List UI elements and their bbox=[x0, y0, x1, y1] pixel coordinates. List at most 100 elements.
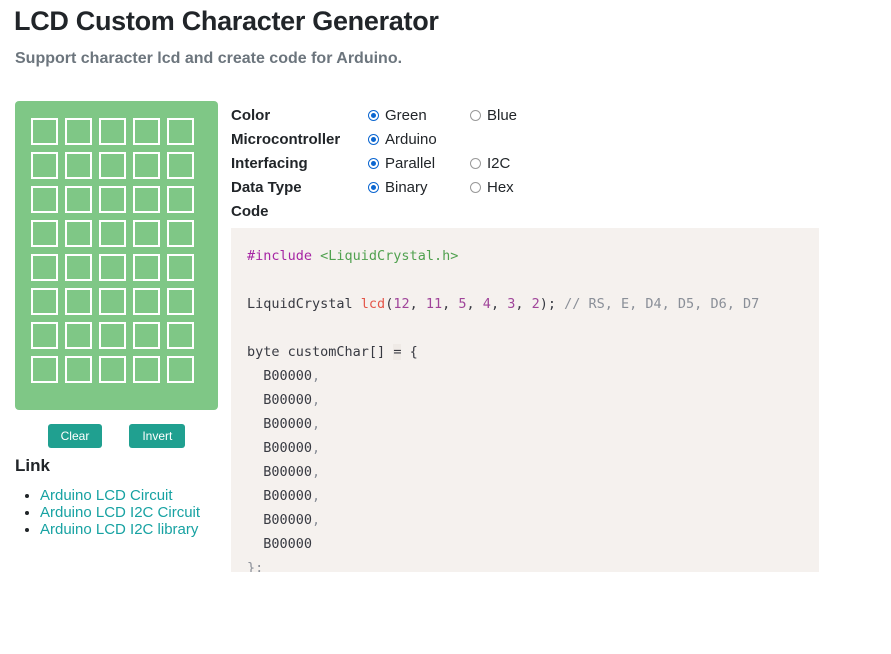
radio-label[interactable]: Parallel bbox=[385, 155, 435, 172]
lcd-cell-1-0[interactable] bbox=[31, 152, 58, 179]
lcd-cell-7-0[interactable] bbox=[31, 356, 58, 383]
lcd-cell-5-4[interactable] bbox=[167, 288, 194, 315]
link-2[interactable]: Arduino LCD I2C library bbox=[40, 521, 198, 538]
radio-parallel-selected[interactable] bbox=[368, 157, 379, 169]
code-token: , bbox=[409, 296, 426, 312]
code-line-4: byte customChar[] = { bbox=[247, 340, 819, 364]
lcd-cell-4-4[interactable] bbox=[167, 254, 194, 281]
code-token: <LiquidCrystal.h> bbox=[320, 248, 459, 264]
lcd-action-buttons: Clear Invert bbox=[15, 424, 218, 449]
lcd-cell-1-2[interactable] bbox=[99, 152, 126, 179]
lcd-cell-5-2[interactable] bbox=[99, 288, 126, 315]
lcd-cell-2-1[interactable] bbox=[65, 186, 92, 213]
lcd-cell-3-1[interactable] bbox=[65, 220, 92, 247]
lcd-cell-4-1[interactable] bbox=[65, 254, 92, 281]
radio-hex-unselected[interactable] bbox=[470, 181, 481, 193]
lcd-cell-0-1[interactable] bbox=[65, 118, 92, 145]
option-row-microcontroller: Microcontroller Arduino bbox=[231, 127, 631, 151]
code-token: lcd bbox=[360, 296, 386, 312]
option-row-interfacing: Interfacing Parallel I2C bbox=[231, 151, 631, 175]
lcd-cell-4-2[interactable] bbox=[99, 254, 126, 281]
radio-green-selected[interactable] bbox=[368, 109, 379, 121]
radio-i2c-unselected[interactable] bbox=[470, 157, 481, 169]
code-token: B00000 bbox=[247, 536, 313, 552]
code-token: B00000 bbox=[247, 440, 313, 456]
lcd-cell-5-1[interactable] bbox=[65, 288, 92, 315]
lcd-cell-4-0[interactable] bbox=[31, 254, 58, 281]
option-label: Code bbox=[231, 202, 269, 220]
code-token: , bbox=[312, 488, 321, 504]
code-token: B00000 bbox=[247, 464, 313, 480]
radio-label[interactable]: I2C bbox=[487, 155, 510, 172]
lcd-cell-6-4[interactable] bbox=[167, 322, 194, 349]
page-title: LCD Custom Character Generator bbox=[14, 6, 439, 36]
lcd-cell-2-3[interactable] bbox=[133, 186, 160, 213]
code-line-7: B00000, bbox=[247, 412, 819, 436]
lcd-cell-5-3[interactable] bbox=[133, 288, 160, 315]
lcd-cell-5-0[interactable] bbox=[31, 288, 58, 315]
lcd-cell-2-0[interactable] bbox=[31, 186, 58, 213]
lcd-cell-0-3[interactable] bbox=[133, 118, 160, 145]
lcd-cell-3-3[interactable] bbox=[133, 220, 160, 247]
option-row-code: Code bbox=[231, 199, 631, 223]
lcd-cell-0-4[interactable] bbox=[167, 118, 194, 145]
option-choice-parallel[interactable]: Parallel bbox=[368, 155, 470, 172]
code-token: B00000 bbox=[247, 512, 313, 528]
lcd-cell-3-4[interactable] bbox=[167, 220, 194, 247]
lcd-cell-6-1[interactable] bbox=[65, 322, 92, 349]
radio-label[interactable]: Arduino bbox=[385, 131, 437, 148]
lcd-cell-6-0[interactable] bbox=[31, 322, 58, 349]
code-token: , bbox=[466, 296, 483, 312]
lcd-cell-1-1[interactable] bbox=[65, 152, 92, 179]
option-choice-binary[interactable]: Binary bbox=[368, 179, 470, 196]
lcd-cell-1-4[interactable] bbox=[167, 152, 194, 179]
lcd-cell-3-0[interactable] bbox=[31, 220, 58, 247]
code-line-11: B00000, bbox=[247, 508, 819, 532]
lcd-cell-1-3[interactable] bbox=[133, 152, 160, 179]
option-choice-hex[interactable]: Hex bbox=[470, 179, 572, 196]
code-token: , bbox=[515, 296, 532, 312]
code-token: , bbox=[312, 512, 321, 528]
option-choice-blue[interactable]: Blue bbox=[470, 107, 572, 124]
list-item: Arduino LCD I2C library bbox=[40, 521, 200, 538]
radio-label[interactable]: Green bbox=[385, 107, 427, 124]
lcd-cell-3-2[interactable] bbox=[99, 220, 126, 247]
lcd-pixel-grid[interactable] bbox=[31, 118, 194, 383]
lcd-cell-7-4[interactable] bbox=[167, 356, 194, 383]
lcd-cell-2-4[interactable] bbox=[167, 186, 194, 213]
code-token: , bbox=[312, 392, 321, 408]
radio-label[interactable]: Binary bbox=[385, 179, 428, 196]
invert-button[interactable]: Invert bbox=[129, 424, 186, 449]
code-token: 5 bbox=[458, 296, 467, 312]
link-0[interactable]: Arduino LCD Circuit bbox=[40, 487, 173, 504]
clear-button[interactable]: Clear bbox=[47, 424, 103, 449]
lcd-cell-2-2[interactable] bbox=[99, 186, 126, 213]
code-token: 11 bbox=[425, 296, 443, 312]
code-line-2: LiquidCrystal lcd(12, 11, 5, 4, 3, 2); /… bbox=[247, 292, 819, 316]
option-choice-i2c[interactable]: I2C bbox=[470, 155, 572, 172]
option-choice-arduino[interactable]: Arduino bbox=[368, 131, 470, 148]
lcd-cell-7-1[interactable] bbox=[65, 356, 92, 383]
link-1[interactable]: Arduino LCD I2C Circuit bbox=[40, 504, 200, 521]
lcd-cell-0-0[interactable] bbox=[31, 118, 58, 145]
radio-arduino-selected[interactable] bbox=[368, 133, 379, 145]
radio-blue-unselected[interactable] bbox=[470, 109, 481, 121]
lcd-cell-0-2[interactable] bbox=[99, 118, 126, 145]
generated-code-block[interactable]: #include <LiquidCrystal.h> LiquidCrystal… bbox=[231, 228, 819, 572]
radio-label[interactable]: Blue bbox=[487, 107, 517, 124]
link-list: Arduino LCD CircuitArduino LCD I2C Circu… bbox=[15, 487, 200, 538]
lcd-cell-6-3[interactable] bbox=[133, 322, 160, 349]
lcd-cell-6-2[interactable] bbox=[99, 322, 126, 349]
lcd-cell-7-3[interactable] bbox=[133, 356, 160, 383]
lcd-cell-4-3[interactable] bbox=[133, 254, 160, 281]
lcd-cell-7-2[interactable] bbox=[99, 356, 126, 383]
code-token: }; bbox=[247, 560, 264, 572]
code-line-10: B00000, bbox=[247, 484, 819, 508]
code-line-13: }; bbox=[247, 556, 819, 572]
code-line-8: B00000, bbox=[247, 436, 819, 460]
radio-label[interactable]: Hex bbox=[487, 179, 514, 196]
radio-binary-selected[interactable] bbox=[368, 181, 379, 193]
option-choice-green[interactable]: Green bbox=[368, 107, 470, 124]
